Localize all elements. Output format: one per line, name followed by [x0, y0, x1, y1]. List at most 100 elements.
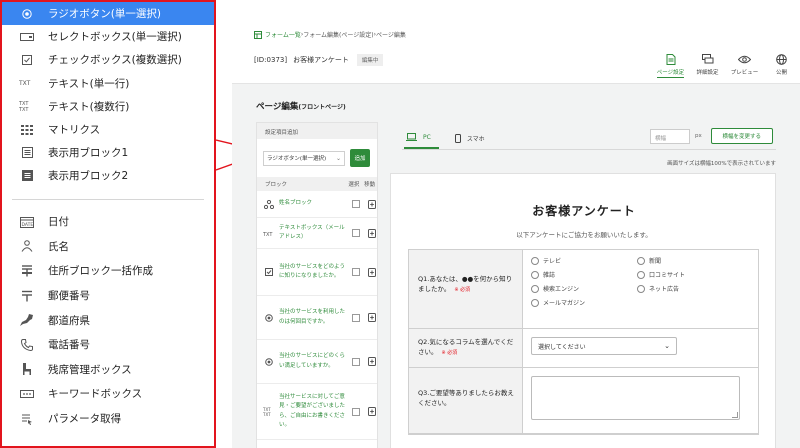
drag-handle-icon[interactable] — [368, 313, 376, 322]
width-unit: px — [695, 133, 702, 139]
required-badge: ※ 必須 — [441, 350, 458, 356]
breadcrumb: フォーム一覧 › フォーム編集(ページ設定) › ページ編集 — [254, 30, 406, 39]
radio-option-label: 検索エンジン — [543, 286, 580, 293]
display-block-icon — [16, 147, 38, 159]
question-answer — [523, 368, 758, 433]
block-select-checkbox[interactable] — [352, 357, 360, 366]
block-select-checkbox[interactable] — [352, 268, 360, 276]
form-subtitle: 以下アンケートにご協力をお願いいたします。 — [516, 231, 652, 239]
radio-button[interactable] — [637, 270, 645, 279]
select-placeholder: 選択してください — [538, 343, 586, 351]
app-header: フォーム一覧 › フォーム編集(ページ設定) › ページ編集 [ID:0373]… — [232, 0, 800, 84]
seat-icon — [16, 363, 38, 376]
radio-option[interactable]: 雑誌 — [531, 270, 637, 279]
drag-handle-icon[interactable] — [368, 407, 376, 416]
block-label[interactable]: 当社サービスに対してご意見・ご要望がございましたら、ご自由にお書きください。 — [276, 393, 347, 431]
dropdown-option-label: 表示用ブロック2 — [48, 170, 129, 183]
block-row: 当社のサービスをどのように知りになりましたか。 — [257, 249, 377, 296]
radio-button[interactable] — [531, 270, 539, 279]
question-row-3: Q3.ご要望等ありましたらお教えください。 — [409, 368, 758, 434]
block-select-checkbox[interactable] — [352, 229, 360, 237]
dropdown-option[interactable]: ラジオボタン(単一選択) — [2, 2, 214, 26]
dropdown-option[interactable]: 電話番号 — [2, 332, 214, 357]
radio-option[interactable]: ネット広告 — [637, 284, 737, 293]
radio-option[interactable]: メールマガジン — [531, 298, 637, 307]
dropdown-option[interactable]: キーワードボックス — [2, 382, 214, 407]
block-label[interactable]: テキストボックス（メールアドレス） — [276, 224, 347, 243]
tab-smartphone[interactable]: スマホ — [453, 134, 493, 149]
radio-option-label: 口コミサイト — [649, 272, 686, 279]
drag-handle-icon[interactable] — [368, 228, 376, 238]
radio-button[interactable] — [637, 284, 645, 293]
dropdown-option-label: 都道府県 — [48, 314, 90, 327]
parameter-icon — [16, 413, 38, 425]
radio-button[interactable] — [531, 298, 539, 307]
settings-icon — [701, 54, 713, 64]
drag-handle-icon[interactable] — [368, 357, 376, 366]
block-label[interactable]: 当社のサービスを利用したのは何回目ですか。 — [276, 308, 347, 327]
dropdown-option[interactable]: 氏名 — [2, 234, 214, 259]
dropdown-option[interactable]: 表示用ブロック1 — [2, 141, 214, 164]
dropdown-option-label: パラメータ取得 — [48, 413, 122, 426]
column-select-box[interactable]: 選択してください ⌄ — [531, 337, 677, 355]
dropdown-option-label: ラジオボタン(単一選択) — [48, 8, 161, 21]
question-label: Q3.ご要望等ありましたらお教えください。 — [409, 368, 523, 433]
dropdown-option[interactable]: マトリクス — [2, 118, 214, 141]
dropdown-option[interactable]: 郵便番号 — [2, 283, 214, 308]
dropdown-option[interactable]: DATE 日付 — [2, 210, 214, 235]
settings-panel: 設定項目追加 ラジオボタン(単一選択) ⌄ 追加 ブロック 選択 移動 姓名ブロ… — [256, 122, 378, 448]
dropdown-group-advanced: DATE 日付 氏名住所ブロック一括作成 郵便番号都道府県電話番号 残席管理ボックス キー… — [2, 210, 214, 431]
nav-preview[interactable]: プレビュー — [726, 54, 763, 78]
dropdown-option-label: マトリクス — [48, 124, 101, 137]
dropdown-option-label: 住所ブロック一括作成 — [48, 265, 153, 278]
nav-detail-settings[interactable]: 詳細設定 — [689, 54, 726, 78]
dropdown-option[interactable]: 残席管理ボックス — [2, 357, 214, 382]
radio-button[interactable] — [637, 256, 645, 265]
radio-button[interactable] — [531, 256, 539, 265]
width-controls: 横幅 px 横幅を変更する — [650, 128, 773, 144]
breadcrumb-label: フォーム一覧 — [265, 32, 301, 39]
nav-publish[interactable]: 公開 — [763, 54, 800, 78]
column-select: 選択 — [348, 182, 360, 188]
change-width-button[interactable]: 横幅を変更する — [710, 128, 773, 144]
checkbox-icon — [16, 54, 38, 65]
block-label[interactable]: 姓名ブロック — [276, 199, 347, 209]
nav-page-settings[interactable]: ページ設定 — [652, 54, 689, 78]
dropdown-option-label: テキスト(複数行) — [48, 100, 130, 113]
radio-option[interactable]: テレビ — [531, 256, 637, 265]
block-label[interactable]: 当社のサービスをどのように知りになりましたか。 — [276, 263, 347, 282]
dropdown-option[interactable]: パラメータ取得 — [2, 406, 214, 431]
dropdown-option[interactable]: セレクトボックス(単一選択) — [2, 25, 214, 48]
dropdown-option-label: 郵便番号 — [48, 290, 90, 303]
dropdown-option[interactable]: 住所ブロック一括作成 — [2, 259, 214, 284]
dropdown-option[interactable]: TXT テキスト(単一行) — [2, 72, 214, 95]
radio-button[interactable] — [531, 284, 539, 293]
dropdown-option[interactable]: 表示用ブロック2 — [2, 164, 214, 187]
block-row: 姓名ブロック — [257, 191, 377, 218]
request-textarea[interactable] — [531, 376, 740, 420]
block-select-checkbox[interactable] — [352, 313, 360, 322]
dropdown-option[interactable]: チェックボックス(複数選択) — [2, 48, 214, 71]
form-title: お客様アンケート — [532, 204, 636, 218]
eye-icon — [738, 55, 751, 64]
tab-pc[interactable]: PC — [404, 133, 439, 149]
radio-option[interactable]: 検索エンジン — [531, 284, 637, 293]
svg-text:DATE: DATE — [22, 222, 34, 228]
drag-handle-icon[interactable] — [368, 267, 376, 277]
radio-option[interactable]: 口コミサイト — [637, 270, 737, 279]
dropdown-option[interactable]: 都道府県 — [2, 308, 214, 333]
radio-option[interactable]: 新聞 — [637, 256, 737, 265]
block-select-checkbox[interactable] — [352, 200, 360, 208]
breadcrumb-form-list[interactable]: フォーム一覧 — [254, 30, 301, 39]
block-select-checkbox[interactable] — [352, 407, 360, 416]
block-type-select[interactable]: ラジオボタン(単一選択) ⌄ — [263, 150, 345, 166]
width-input[interactable]: 横幅 — [650, 128, 690, 144]
add-button[interactable]: 追加 — [350, 149, 370, 167]
chevron-down-icon: ⌄ — [335, 154, 341, 162]
block-list-header: ブロック 選択 移動 — [257, 177, 377, 191]
dropdown-option[interactable]: TXT TXT テキスト(複数行) — [2, 95, 214, 118]
block-label[interactable]: 当社のサービスにどのくらい満足していますか。 — [276, 352, 347, 371]
breadcrumb-form-edit[interactable]: フォーム編集(ページ設定) — [303, 30, 373, 39]
drag-handle-icon[interactable] — [368, 199, 376, 209]
screenshot-root: ラジオボタン(単一選択) セレクトボックス(単一選択) チェックボックス(複数選択)… — [0, 0, 800, 448]
